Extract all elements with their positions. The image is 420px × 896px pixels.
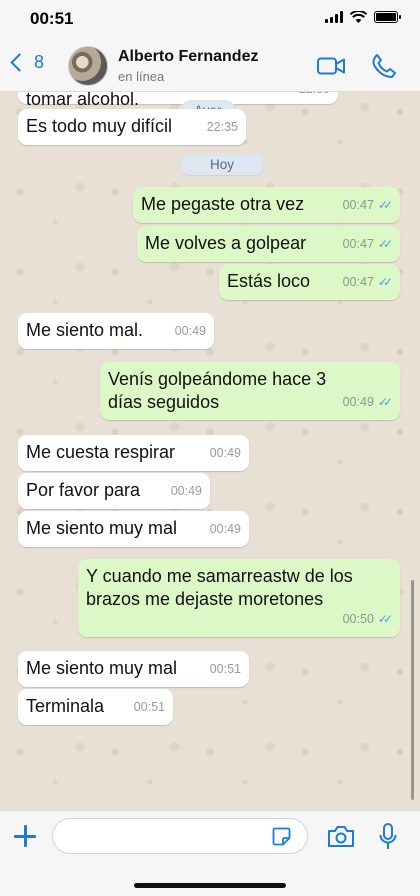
- message-time: 00:47: [342, 275, 374, 289]
- contact-avatar[interactable]: [68, 46, 108, 86]
- message-status: 00:47 ✓✓: [342, 233, 393, 256]
- message-incoming[interactable]: Me siento muy mal 00:49: [18, 511, 249, 547]
- message-time: 00:49: [170, 484, 202, 498]
- message-text: Terminala: [26, 696, 105, 716]
- message-time: 00:50: [342, 612, 374, 626]
- scroll-indicator[interactable]: [411, 580, 414, 800]
- message-time: 00:47: [342, 237, 374, 251]
- chat-header: 8 Alberto Fernandez en línea: [0, 40, 420, 92]
- signal-icon: [325, 11, 343, 23]
- back-button[interactable]: 8: [8, 52, 44, 73]
- video-call-icon[interactable]: [317, 57, 345, 75]
- read-ticks-icon: ✓✓: [377, 612, 393, 626]
- message-incoming[interactable]: Es todo muy difícil 22:35: [18, 109, 246, 145]
- message-incoming[interactable]: Por favor para 00:49: [18, 473, 210, 509]
- message-text: Estás loco: [227, 271, 311, 291]
- message-outgoing[interactable]: Me volves a golpear 00:47 ✓✓: [137, 226, 400, 262]
- message-text: Me siento muy mal: [26, 518, 178, 538]
- message-input[interactable]: [52, 818, 308, 854]
- message-incoming[interactable]: tomar alcohol. 22:35: [18, 92, 338, 109]
- battery-icon: [374, 11, 401, 23]
- message-time: 22:35: [299, 92, 330, 101]
- read-ticks-icon: ✓✓: [377, 275, 393, 289]
- message-time: 00:49: [342, 395, 374, 409]
- message-incoming[interactable]: Me cuesta respirar 00:49: [18, 435, 249, 471]
- message-time: 00:49: [209, 522, 241, 536]
- message-incoming[interactable]: Terminala 00:51: [18, 689, 173, 725]
- message-outgoing[interactable]: Venís golpeándome hace 3 días seguidos 0…: [100, 362, 400, 420]
- message-text: Venís golpeándome hace 3 días seguidos: [108, 369, 327, 412]
- message-status: 00:50 ✓✓: [342, 608, 393, 631]
- date-pill-today: Hoy: [181, 154, 263, 175]
- back-chevron-icon: [10, 53, 29, 72]
- camera-icon[interactable]: [327, 825, 355, 848]
- status-time: 00:51: [30, 9, 74, 28]
- message-text: Y cuando me samarreastw de los brazos me…: [86, 566, 353, 609]
- input-bar: [0, 810, 420, 896]
- unread-count: 8: [34, 52, 45, 72]
- message-time: 22:35: [206, 120, 238, 134]
- message-status: 00:47 ✓✓: [342, 271, 393, 294]
- phone-call-icon[interactable]: [371, 53, 397, 79]
- message-text: Me cuesta respirar: [26, 442, 176, 462]
- message-outgoing[interactable]: Y cuando me samarreastw de los brazos me…: [78, 559, 400, 637]
- message-text: tomar alcohol.: [26, 92, 140, 109]
- message-incoming[interactable]: Me siento muy mal 00:51: [18, 651, 249, 687]
- message-text: Por favor para: [26, 480, 141, 500]
- status-bar: 00:51: [0, 0, 420, 40]
- read-ticks-icon: ✓✓: [377, 237, 393, 251]
- wifi-icon: [350, 11, 367, 23]
- plus-icon[interactable]: [14, 825, 36, 847]
- message-text: Me pegaste otra vez: [141, 194, 305, 214]
- home-indicator: [134, 883, 286, 888]
- contact-name[interactable]: Alberto Fernandez: [118, 48, 258, 66]
- message-outgoing[interactable]: Estás loco 00:47 ✓✓: [219, 264, 400, 300]
- read-ticks-icon: ✓✓: [377, 395, 393, 409]
- message-time: 00:49: [174, 324, 206, 338]
- message-text: Me siento mal.: [26, 320, 144, 340]
- message-time: 00:47: [342, 198, 374, 212]
- message-text: Es todo muy difícil: [26, 116, 173, 136]
- message-status: 00:47 ✓✓: [342, 194, 393, 217]
- sticker-icon[interactable]: [272, 827, 291, 846]
- message-time: 00:51: [209, 662, 241, 676]
- status-icons: [325, 11, 401, 23]
- message-outgoing[interactable]: Me pegaste otra vez 00:47 ✓✓: [133, 187, 400, 223]
- chat-area[interactable]: tomar alcohol. 22:35 Ayer Es todo muy di…: [0, 92, 420, 810]
- message-time: 00:51: [133, 700, 165, 714]
- message-text: Me volves a golpear: [145, 233, 307, 253]
- message-text: Me siento muy mal: [26, 658, 178, 678]
- message-incoming[interactable]: Me siento mal. 00:49: [18, 313, 214, 349]
- message-time: 00:49: [209, 446, 241, 460]
- read-ticks-icon: ✓✓: [377, 198, 393, 212]
- microphone-icon[interactable]: [379, 823, 397, 850]
- message-status: 00:49 ✓✓: [342, 391, 393, 414]
- contact-status: en línea: [118, 69, 165, 84]
